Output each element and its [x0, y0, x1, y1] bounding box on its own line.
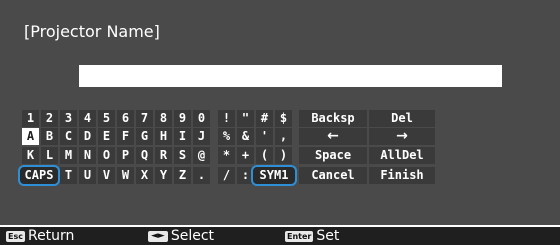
key-9[interactable]: 9 [174, 110, 191, 127]
key-q[interactable]: Q [136, 147, 153, 164]
key-7[interactable]: 7 [136, 110, 153, 127]
key-percent[interactable]: % [218, 128, 235, 145]
key-3[interactable]: 3 [60, 110, 77, 127]
key-p[interactable]: P [117, 147, 134, 164]
key-5[interactable]: 5 [98, 110, 115, 127]
key-m[interactable]: M [60, 147, 77, 164]
key-open-paren[interactable]: ( [256, 147, 273, 164]
key-z[interactable]: Z [174, 167, 191, 184]
key-o[interactable]: O [98, 147, 115, 164]
key-comma[interactable]: , [275, 128, 292, 145]
key-h[interactable]: H [155, 128, 172, 145]
cursor-left-arrow-icon[interactable]: ← [299, 128, 367, 145]
key-x[interactable]: X [136, 167, 153, 184]
key-plus[interactable]: + [237, 147, 254, 164]
space-key[interactable]: Space [299, 147, 367, 164]
key-1[interactable]: 1 [22, 110, 39, 127]
key-asterisk[interactable]: * [218, 147, 235, 164]
key-t[interactable]: T [60, 167, 77, 184]
key-6[interactable]: 6 [117, 110, 134, 127]
key-at[interactable]: @ [193, 147, 210, 164]
key-exclamation[interactable]: ! [218, 110, 235, 127]
key-4[interactable]: 4 [79, 110, 96, 127]
projector-name-dialog: [Projector Name] 1 2 3 4 5 6 7 8 9 0 ! "… [0, 0, 560, 225]
key-ampersand[interactable]: & [237, 128, 254, 145]
key-i[interactable]: I [174, 128, 191, 145]
key-k[interactable]: K [22, 147, 39, 164]
key-dollar[interactable]: $ [275, 110, 292, 127]
left-right-arrows-icon: ◄► [148, 230, 168, 242]
key-v[interactable]: V [98, 167, 115, 184]
key-e[interactable]: E [98, 128, 115, 145]
key-n[interactable]: N [79, 147, 96, 164]
cancel-button[interactable]: Cancel [299, 167, 367, 184]
key-hash[interactable]: # [256, 110, 273, 127]
projector-name-input[interactable] [79, 65, 502, 87]
delete-key[interactable]: Del [369, 110, 435, 127]
return-label: Return [27, 228, 75, 244]
key-c[interactable]: C [60, 128, 77, 145]
footer-hint-bar: Esc Return ◄► Select Enter Set [0, 227, 560, 245]
key-d[interactable]: D [79, 128, 96, 145]
key-w[interactable]: W [117, 167, 134, 184]
key-u[interactable]: U [79, 167, 96, 184]
key-quote[interactable]: " [237, 110, 254, 127]
key-l[interactable]: L [41, 147, 58, 164]
key-8[interactable]: 8 [155, 110, 172, 127]
key-slash[interactable]: / [218, 167, 235, 184]
enter-key-icon: Enter [285, 230, 314, 242]
select-label: Select [170, 228, 215, 244]
key-apostrophe[interactable]: ' [256, 128, 273, 145]
select-hint: ◄► Select [148, 227, 214, 245]
finish-button[interactable]: Finish [369, 167, 435, 184]
key-period[interactable]: . [193, 167, 210, 184]
key-j[interactable]: J [193, 128, 210, 145]
set-hint: Enter Set [285, 227, 339, 245]
key-2[interactable]: 2 [41, 110, 58, 127]
dialog-title: [Projector Name] [24, 22, 160, 41]
key-a[interactable]: A [22, 128, 39, 145]
all-delete-key[interactable]: AllDel [369, 147, 435, 164]
set-label: Set [316, 228, 340, 244]
key-y[interactable]: Y [155, 167, 172, 184]
symbol-key[interactable]: SYM1 [251, 165, 297, 186]
backspace-key[interactable]: Backsp [299, 110, 367, 127]
key-close-paren[interactable]: ) [275, 147, 292, 164]
caps-key[interactable]: CAPS [18, 165, 60, 186]
key-g[interactable]: G [136, 128, 153, 145]
esc-key-icon: Esc [6, 230, 25, 242]
key-0[interactable]: 0 [193, 110, 210, 127]
key-s[interactable]: S [174, 147, 191, 164]
key-b[interactable]: B [41, 128, 58, 145]
key-r[interactable]: R [155, 147, 172, 164]
key-f[interactable]: F [117, 128, 134, 145]
return-hint: Esc Return [6, 227, 74, 245]
cursor-right-arrow-icon[interactable]: → [369, 128, 435, 145]
